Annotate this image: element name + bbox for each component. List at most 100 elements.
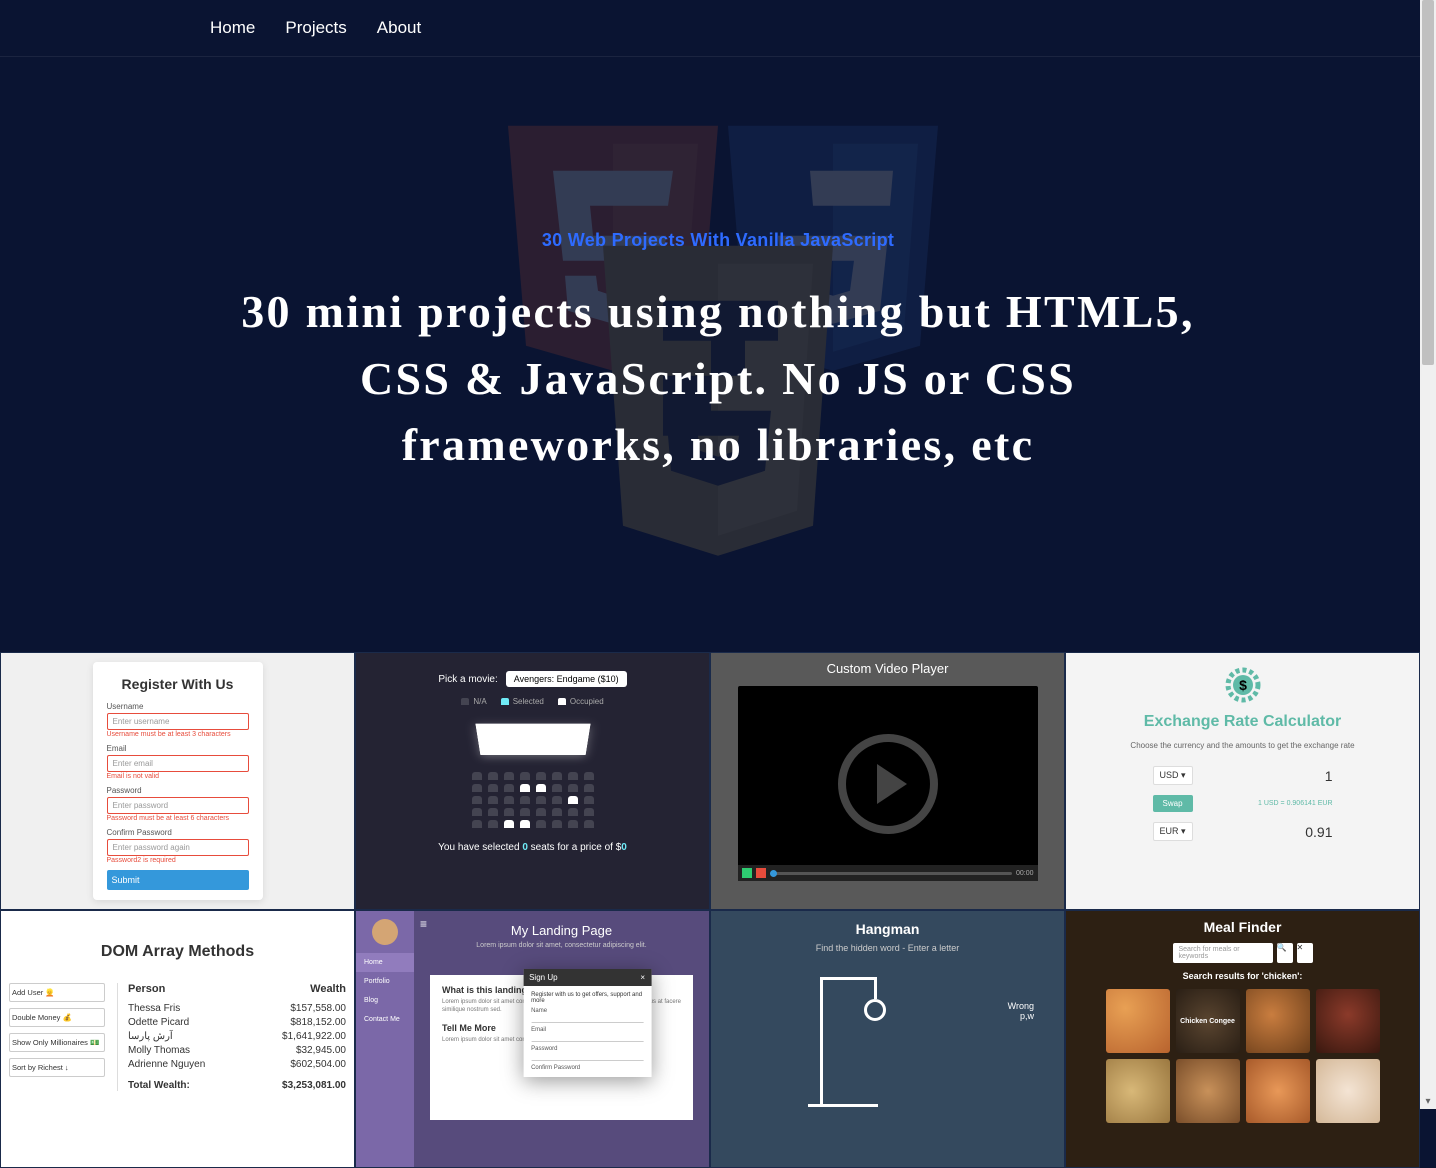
scrollbar-thumb[interactable] [1422, 0, 1434, 365]
hangman-sub: Find the hidden word - Enter a letter [816, 943, 960, 953]
meal-title: Meal Finder [1204, 919, 1282, 935]
close-icon: × [640, 973, 645, 982]
project-card-exchange-rate[interactable]: $ Exchange Rate Calculator Choose the cu… [1065, 652, 1420, 910]
dollar-gear-icon: $ [1223, 665, 1263, 705]
hero-subtitle: 30 Web Projects With Vanilla JavaScript [542, 230, 894, 251]
hangman-title: Hangman [856, 921, 920, 937]
timestamp: 00:00 [1016, 870, 1034, 877]
avatar [372, 919, 398, 945]
pick-label: Pick a movie: [438, 674, 497, 685]
screen [475, 724, 590, 755]
col-wealth: Wealth [310, 983, 346, 995]
currency-two: EUR ▾ [1153, 822, 1193, 841]
meal-thumb: Chicken Congee [1176, 989, 1240, 1053]
seat-legend: N/A Selected Occupied [461, 697, 603, 706]
modal-title: Sign Up [529, 973, 557, 982]
amount-two: 0.91 [1253, 824, 1333, 840]
show-millionaires-button: Show Only Millionaires 💵 [9, 1033, 105, 1052]
projects-grid: Register With Us UsernameEnter usernameU… [0, 652, 1420, 1168]
search-button: 🔍 [1277, 943, 1293, 963]
project-card-video-player[interactable]: Custom Video Player 00:00 [710, 652, 1065, 910]
password-label: Password [107, 786, 249, 795]
meal-thumb [1106, 1059, 1170, 1123]
search-input: Search for meals or keywords [1173, 943, 1273, 963]
table-row: Thessa Fris$157,558.00 [128, 1003, 346, 1014]
hero-title: 30 mini projects using nothing but HTML5… [223, 279, 1213, 479]
hamburger-icon: ≡ [420, 917, 427, 931]
progress-bar [770, 872, 1012, 875]
nav-projects[interactable]: Projects [285, 18, 346, 38]
username-input: Enter username [107, 713, 249, 730]
landing-sub: Lorem ipsum dolor sit amet, consectetur … [414, 942, 709, 949]
video-controls: 00:00 [738, 865, 1038, 881]
rate-text: 1 USD = 0.906141 EUR [1258, 800, 1333, 807]
results-heading: Search results for 'chicken': [1183, 971, 1303, 981]
gallows-figure [808, 977, 908, 1107]
confirm-error: Password2 is required [107, 857, 249, 864]
form-title: Register With Us [107, 676, 249, 692]
scrollbar[interactable]: ▾ [1420, 0, 1436, 1109]
video-title: Custom Video Player [827, 661, 949, 676]
double-money-button: Double Money 💰 [9, 1008, 105, 1027]
sidebar-item-home: Home [356, 953, 414, 972]
col-person: Person [128, 983, 165, 995]
meals-grid: Chicken Congee [1106, 989, 1380, 1123]
meal-thumb [1246, 1059, 1310, 1123]
project-card-dom-array[interactable]: DOM Array Methods Add User 👱 Double Mone… [0, 910, 355, 1168]
seat-summary: You have selected 0 seats for a price of… [438, 842, 627, 853]
submit-button: Submit [107, 870, 249, 890]
seats-grid [472, 772, 594, 828]
username-error: Username must be at least 3 characters [107, 731, 249, 738]
project-card-hangman[interactable]: Hangman Find the hidden word - Enter a l… [710, 910, 1065, 1168]
svg-text:$: $ [1239, 677, 1247, 693]
hero-section: 30 Web Projects With Vanilla JavaScript … [0, 57, 1436, 652]
exchange-desc: Choose the currency and the amounts to g… [1130, 741, 1354, 750]
table-row: Odette Picard$818,152.00 [128, 1017, 346, 1028]
table-row: Adrienne Nguyen$602,504.00 [128, 1059, 346, 1070]
password-input: Enter password [107, 797, 249, 814]
play-icon [838, 734, 938, 834]
nav-home[interactable]: Home [210, 18, 255, 38]
sidebar-item-blog: Blog [356, 991, 414, 1010]
meal-thumb [1246, 989, 1310, 1053]
modal-subtitle: Register with us to get offers, support … [531, 992, 643, 1004]
top-nav: Home Projects About [0, 0, 1436, 57]
wrong-letters: Wrong p,w [1008, 1001, 1034, 1021]
meal-thumb [1176, 1059, 1240, 1123]
video-element: 00:00 [738, 686, 1038, 881]
meal-thumb [1316, 1059, 1380, 1123]
landing-title: My Landing Page [414, 911, 709, 938]
scroll-down-icon[interactable]: ▾ [1420, 1093, 1436, 1109]
movie-select: Avengers: Endgame ($10) [506, 671, 627, 687]
project-card-form-validator[interactable]: Register With Us Username Enter usernameU… [0, 652, 355, 910]
email-label: Email [107, 744, 249, 753]
sort-button: Sort by Richest ↓ [9, 1058, 105, 1077]
table-row: آرش پارسا$1,641,922.00 [128, 1031, 346, 1042]
currency-one: USD ▾ [1153, 766, 1193, 785]
play-button [742, 868, 752, 878]
confirm-input: Enter password again [107, 839, 249, 856]
password-error: Password must be at least 6 characters [107, 815, 249, 822]
stop-button [756, 868, 766, 878]
dom-title: DOM Array Methods [9, 943, 346, 961]
email-input: Enter email [107, 755, 249, 772]
project-card-meal-finder[interactable]: Meal Finder Search for meals or keywords… [1065, 910, 1420, 1168]
add-user-button: Add User 👱 [9, 983, 105, 1002]
exchange-title: Exchange Rate Calculator [1144, 713, 1341, 731]
confirm-label: Confirm Password [107, 828, 249, 837]
meal-thumb [1106, 989, 1170, 1053]
project-card-movie-seat[interactable]: Pick a movie: Avengers: Endgame ($10) N/A… [355, 652, 710, 910]
table-row: Molly Thomas$32,945.00 [128, 1045, 346, 1056]
email-error: Email is not valid [107, 773, 249, 780]
sidebar-item-portfolio: Portfolio [356, 972, 414, 991]
nav-about[interactable]: About [377, 18, 421, 38]
total-row: Total Wealth:$3,253,081.00 [128, 1076, 346, 1091]
sidebar-item-contact: Contact Me [356, 1010, 414, 1029]
amount-one: 1 [1253, 768, 1333, 784]
meal-thumb [1316, 989, 1380, 1053]
signup-modal: Sign Up × Register with us to get offers,… [523, 969, 651, 1077]
swap-button: Swap [1153, 795, 1193, 812]
random-button: ✕ [1297, 943, 1313, 963]
username-label: Username [107, 702, 249, 711]
project-card-landing-page[interactable]: Home Portfolio Blog Contact Me ≡ My Land… [355, 910, 710, 1168]
